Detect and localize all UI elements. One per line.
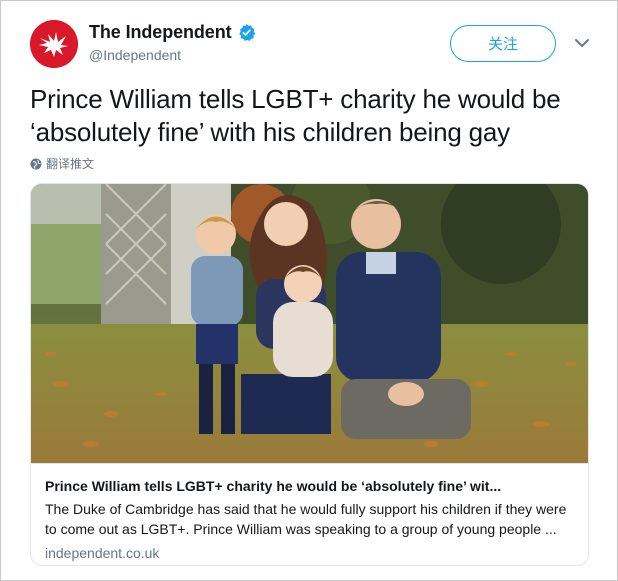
link-preview-card[interactable]: Prince William tells LGBT+ charity he wo… xyxy=(30,183,589,566)
tweet-container: The Independent @Independent 关注 Prince W… xyxy=(0,0,618,581)
card-title[interactable]: Prince William tells LGBT+ charity he wo… xyxy=(45,477,576,495)
account-handle[interactable]: @Independent xyxy=(89,47,181,63)
translate-label: 翻译推文 xyxy=(46,157,95,171)
translate-tweet-link[interactable]: 翻译推文 xyxy=(30,155,94,172)
card-domain[interactable]: independent.co.uk xyxy=(45,544,576,562)
name-row: The Independent xyxy=(89,22,256,43)
follow-button[interactable]: 关注 xyxy=(450,25,556,62)
chevron-down-icon[interactable] xyxy=(574,37,590,49)
globe-icon xyxy=(30,158,42,170)
card-body[interactable]: Prince William tells LGBT+ charity he wo… xyxy=(31,463,588,565)
photo-family-icon[interactable] xyxy=(31,184,588,463)
card-description: The Duke of Cambridge has said that he w… xyxy=(45,501,567,537)
verified-badge-icon xyxy=(237,23,256,42)
tweet-text: Prince William tells LGBT+ charity he wo… xyxy=(30,84,561,147)
avatar[interactable] xyxy=(30,20,78,68)
eagle-logo-icon xyxy=(30,20,78,68)
display-name[interactable]: The Independent xyxy=(89,22,232,43)
